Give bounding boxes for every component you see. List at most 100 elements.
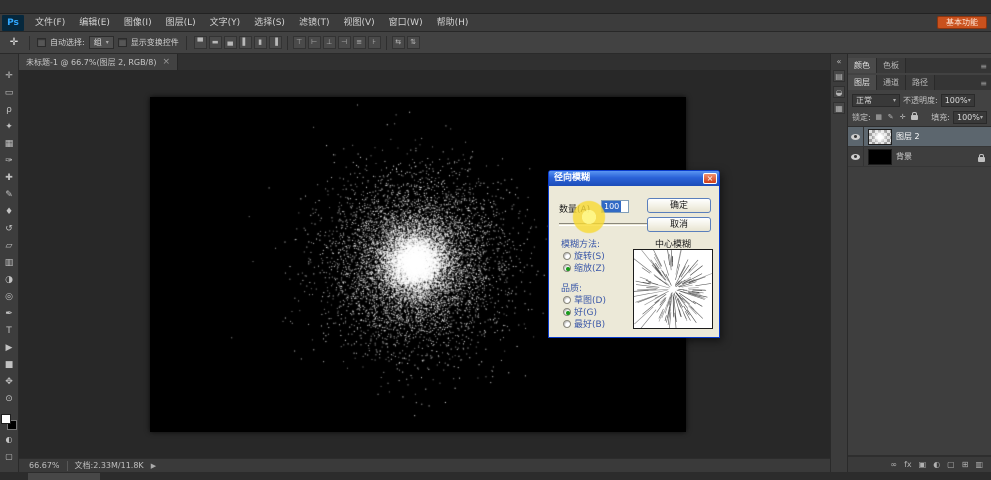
move-tool-icon[interactable]: ✛ [1, 68, 18, 85]
pen-tool-icon[interactable]: ✒ [1, 306, 18, 323]
status-arrow-icon[interactable]: ▶ [151, 462, 156, 470]
link-layers-icon[interactable]: ∞ [890, 457, 897, 473]
align-bottom-icon[interactable]: ▄ [224, 36, 237, 49]
menu-window[interactable]: 窗口(W) [382, 14, 430, 32]
blur-center-preview[interactable] [633, 249, 713, 329]
screen-mode-icon[interactable]: ▢ [1, 450, 18, 464]
minimized-panel-tab[interactable] [28, 473, 100, 480]
opacity-input[interactable]: 100% ▾ [941, 94, 975, 107]
menu-filter[interactable]: 滤镜(T) [292, 14, 337, 32]
lock-transparency-icon[interactable]: ▦ [874, 112, 884, 123]
menu-view[interactable]: 视图(V) [336, 14, 381, 32]
clone-stamp-tool-icon[interactable]: ♦ [1, 204, 18, 221]
adjustment-layer-icon[interactable]: ◐ [933, 457, 940, 473]
zoom-level[interactable]: 66.67% [29, 461, 60, 470]
dodge-tool-icon[interactable]: ◎ [1, 289, 18, 306]
dialog-title[interactable]: 径向模糊 [549, 171, 719, 186]
foreground-color-swatch[interactable] [1, 414, 11, 424]
menu-file[interactable]: 文件(F) [28, 14, 72, 32]
workspace-button[interactable]: 基本功能 [937, 16, 987, 29]
move-tool-options-icon: ✛ [6, 37, 22, 48]
menu-help[interactable]: 帮助(H) [430, 14, 476, 32]
quick-mask-icon[interactable]: ◐ [1, 433, 18, 447]
lock-pixels-icon[interactable]: ✎ [886, 112, 896, 123]
auto-select-checkbox[interactable] [37, 38, 46, 47]
new-group-icon[interactable]: ▢ [947, 457, 955, 473]
menu-type[interactable]: 文字(Y) [203, 14, 248, 32]
show-transform-checkbox[interactable] [118, 38, 127, 47]
eyedropper-tool-icon[interactable]: ✑ [1, 153, 18, 170]
panel-tab-layers[interactable]: 图层 [848, 75, 877, 90]
dialog-close-icon[interactable]: × [703, 173, 717, 184]
amount-input[interactable]: 100 [601, 200, 629, 213]
tab-close-icon[interactable]: × [162, 57, 170, 67]
radio-quality-best[interactable]: 最好(B) [563, 317, 605, 330]
lock-position-icon[interactable]: ✛ [898, 112, 908, 123]
color-swatches[interactable] [1, 414, 17, 430]
distribute-middle-icon[interactable]: ⊢ [308, 36, 321, 49]
history-panel-icon[interactable]: ▤ [833, 70, 845, 82]
toggle-3d-icon[interactable]: ⇅ [407, 36, 420, 49]
dock-expand-icon[interactable]: « [837, 57, 842, 66]
layer-visibility-toggle[interactable] [848, 147, 864, 166]
panel-tab-paths[interactable]: 路径 [906, 75, 935, 90]
align-right-icon[interactable]: ▐ [269, 36, 282, 49]
delete-layer-icon[interactable]: ▥ [975, 457, 983, 473]
new-layer-icon[interactable]: ⊞ [962, 457, 969, 473]
hand-tool-icon[interactable]: ✥ [1, 374, 18, 391]
brush-tool-icon[interactable]: ✎ [1, 187, 18, 204]
blend-mode-select[interactable]: 正常 ▾ [852, 94, 900, 107]
menu-layer[interactable]: 图层(L) [159, 14, 203, 32]
history-brush-tool-icon[interactable]: ↺ [1, 221, 18, 238]
align-left-icon[interactable]: ▌ [239, 36, 252, 49]
type-tool-icon[interactable]: T [1, 323, 18, 340]
marquee-tool-icon[interactable]: ▭ [1, 85, 18, 102]
panel-tab-color[interactable]: 颜色 [848, 58, 877, 73]
lasso-tool-icon[interactable]: ρ [1, 102, 18, 119]
align-middle-icon[interactable]: ▬ [209, 36, 222, 49]
layer-mask-icon[interactable]: ▣ [919, 457, 927, 473]
cancel-button[interactable]: 取消 [647, 217, 711, 232]
layer-row-background[interactable]: 背景 [848, 147, 991, 167]
shape-tool-icon[interactable]: ■ [1, 357, 18, 374]
photoshop-window: Ps 文件(F)编辑(E)图像(I)图层(L)文字(Y)选择(S)滤镜(T)视图… [0, 0, 991, 480]
info-panel-icon[interactable]: ▦ [833, 102, 845, 114]
crop-tool-icon[interactable]: ▦ [1, 136, 18, 153]
distribute-center-icon[interactable]: ≡ [353, 36, 366, 49]
radio-method-zoom[interactable]: 缩放(Z) [563, 261, 605, 274]
quick-select-tool-icon[interactable]: ✦ [1, 119, 18, 136]
menu-edit[interactable]: 编辑(E) [72, 14, 117, 32]
panel-menu-icon[interactable]: ≡ [980, 62, 991, 73]
path-select-tool-icon[interactable]: ▶ [1, 340, 18, 357]
eraser-tool-icon[interactable]: ▱ [1, 238, 18, 255]
zoom-tool-icon[interactable]: ⊙ [1, 391, 18, 408]
layer-visibility-toggle[interactable] [848, 127, 864, 146]
panel-tab-swatches[interactable]: 色板 [877, 58, 906, 73]
layer-thumbnail[interactable] [868, 129, 892, 145]
blur-tool-icon[interactable]: ◑ [1, 272, 18, 289]
distribute-bottom-icon[interactable]: ⊥ [323, 36, 336, 49]
layer-thumbnail[interactable] [868, 149, 892, 165]
color-panel-tabs: 颜色色板 ≡ [848, 58, 991, 73]
ok-button[interactable]: 确定 [647, 198, 711, 213]
healing-tool-icon[interactable]: ✚ [1, 170, 18, 187]
auto-align-icon[interactable]: ⇆ [392, 36, 405, 49]
distribute-right-icon[interactable]: ⊦ [368, 36, 381, 49]
panel-tab-channels[interactable]: 通道 [877, 75, 906, 90]
distribute-left-icon[interactable]: ⊣ [338, 36, 351, 49]
menu-select[interactable]: 选择(S) [247, 14, 292, 32]
layer-row-layer-2[interactable]: 图层 2 [848, 127, 991, 147]
properties-panel-icon[interactable]: ◒ [833, 86, 845, 98]
align-center-icon[interactable]: ▮ [254, 36, 267, 49]
lock-all-icon[interactable] [911, 115, 918, 120]
fill-input[interactable]: 100% ▾ [953, 111, 987, 124]
gradient-tool-icon[interactable]: ▥ [1, 255, 18, 272]
layer-style-icon[interactable]: fx [904, 457, 912, 473]
auto-select-dropdown[interactable]: 组 ▾ [89, 36, 114, 49]
align-top-icon[interactable]: ▀ [194, 36, 207, 49]
document-tab[interactable]: 未标题-1 @ 66.7%(图层 2, RGB/8) × [19, 54, 178, 70]
menu-image[interactable]: 图像(I) [117, 14, 159, 32]
panel-menu-icon[interactable]: ≡ [980, 79, 991, 90]
chevron-down-icon: ▾ [106, 39, 109, 46]
distribute-top-icon[interactable]: ⊤ [293, 36, 306, 49]
